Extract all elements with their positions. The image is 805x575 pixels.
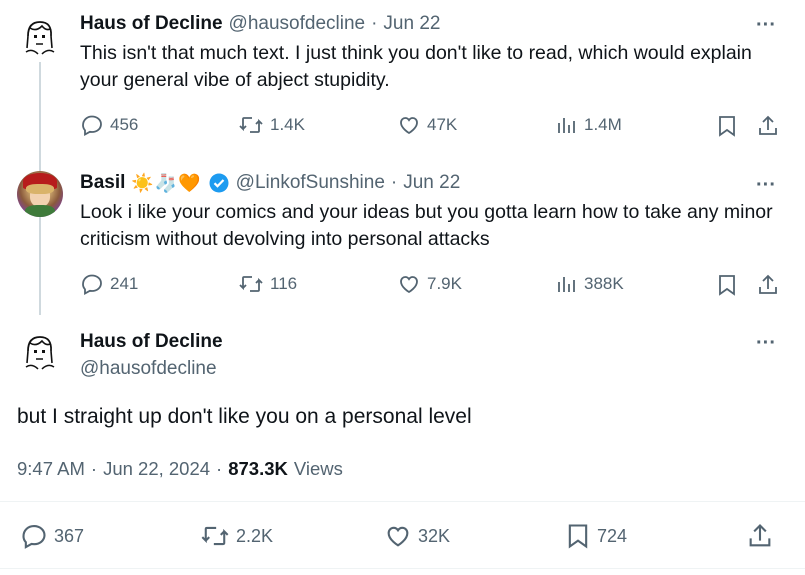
reply-icon bbox=[82, 274, 102, 296]
main-reply-button[interactable]: 367 bbox=[20, 522, 84, 550]
heart-icon bbox=[400, 117, 418, 135]
tweet2-retweet-button[interactable]: 116 bbox=[238, 272, 297, 296]
tweet1-like-button[interactable]: 47K bbox=[397, 113, 457, 137]
tweet2-name-emojis: ☀️🧦🧡 bbox=[131, 172, 202, 194]
main-bookmark-count: 724 bbox=[597, 525, 628, 546]
verified-badge-icon[interactable] bbox=[208, 172, 230, 194]
tweet2-author-name[interactable]: Basil bbox=[80, 172, 125, 194]
tweet1-like-count: 47K bbox=[427, 115, 458, 134]
tweet2-author-handle[interactable]: @LinkofSunshine bbox=[236, 172, 385, 194]
share-icon[interactable] bbox=[746, 522, 774, 550]
tweet2-header: Basil ☀️🧦🧡 @LinkofSunshine · Jun 22 bbox=[80, 172, 460, 194]
bookmark-icon[interactable] bbox=[716, 114, 738, 138]
reply-icon bbox=[82, 115, 102, 137]
analytics-icon bbox=[558, 118, 575, 133]
heart-icon bbox=[387, 526, 409, 547]
retweet-icon bbox=[201, 526, 229, 546]
main-retweet-count: 2.2K bbox=[236, 525, 274, 546]
tweet2-text: Look i like your comics and your ideas b… bbox=[80, 201, 773, 250]
main-author-handle[interactable]: @hausofdecline bbox=[80, 358, 217, 380]
tweet2-like-count: 7.9K bbox=[427, 274, 462, 293]
main-avatar-doodle[interactable] bbox=[18, 329, 62, 373]
tweet1-more-button[interactable]: ··· bbox=[756, 15, 776, 35]
main-retweet-button[interactable]: 2.2K bbox=[200, 522, 273, 550]
separator-dot: · bbox=[216, 458, 223, 479]
divider-bottom bbox=[0, 568, 805, 569]
tweet2-like-button[interactable]: 7.9K bbox=[397, 272, 462, 296]
main-bookmark-button[interactable]: 724 bbox=[565, 522, 627, 550]
main-author-name[interactable]: Haus of Decline bbox=[80, 331, 223, 353]
share-icon[interactable] bbox=[756, 273, 780, 297]
tweet1-reply-count: 456 bbox=[110, 115, 139, 134]
tweet2-avatar[interactable] bbox=[17, 171, 63, 217]
bookmark-icon[interactable] bbox=[716, 273, 738, 297]
main-views-count: 873.3K bbox=[228, 458, 288, 479]
retweet-icon bbox=[239, 276, 263, 292]
tweet2-reply-count: 241 bbox=[110, 274, 139, 293]
heart-icon bbox=[400, 276, 418, 294]
tweet1-header: Haus of Decline @hausofdecline · Jun 22 bbox=[80, 13, 440, 35]
tweet1-text: This isn't that much text. I just think … bbox=[80, 42, 752, 91]
tweet1-views-count: 1.4M bbox=[584, 115, 622, 134]
main-time[interactable]: 9:47 AM bbox=[17, 458, 85, 480]
main-views-label: Views bbox=[293, 458, 343, 479]
main-more-button[interactable]: ··· bbox=[756, 333, 776, 353]
tweet2-more-button[interactable]: ··· bbox=[756, 175, 776, 195]
avatar-hair bbox=[26, 184, 54, 194]
tweet1-reply-button[interactable]: 456 bbox=[80, 113, 138, 137]
tweet2-views-button[interactable]: 388K bbox=[556, 272, 624, 296]
main-like-count: 32K bbox=[418, 525, 451, 546]
main-tweet-text: but I straight up don't like you on a pe… bbox=[17, 405, 472, 428]
main-reply-count: 367 bbox=[54, 525, 85, 546]
avatar-tunic bbox=[25, 205, 55, 217]
bookmark-icon bbox=[568, 524, 588, 549]
share-icon[interactable] bbox=[756, 114, 780, 138]
tweet1-views-button[interactable]: 1.4M bbox=[556, 113, 622, 137]
tweet1-retweet-button[interactable]: 1.4K bbox=[238, 113, 305, 137]
separator-dot: · bbox=[371, 13, 378, 34]
avatar-doodle[interactable] bbox=[18, 14, 62, 58]
retweet-icon bbox=[239, 117, 263, 133]
tweet2-reply-button[interactable]: 241 bbox=[80, 272, 138, 296]
tweet1-author-name[interactable]: Haus of Decline bbox=[80, 13, 223, 35]
tweet2-retweet-count: 116 bbox=[270, 274, 298, 293]
tweet2-date[interactable]: Jun 22 bbox=[403, 172, 460, 194]
main-tweet-meta: 9:47 AM · Jun 22, 2024 · 873.3K Views bbox=[17, 458, 343, 480]
divider-top bbox=[0, 501, 805, 502]
main-date[interactable]: Jun 22, 2024 bbox=[103, 458, 210, 480]
separator-dot: · bbox=[390, 172, 398, 193]
tweet1-retweet-count: 1.4K bbox=[270, 115, 305, 134]
main-like-button[interactable]: 32K bbox=[384, 522, 450, 550]
tweet1-date[interactable]: Jun 22 bbox=[383, 13, 440, 35]
tweet2-views-count: 388K bbox=[584, 274, 624, 293]
reply-icon bbox=[22, 525, 46, 549]
analytics-icon bbox=[558, 277, 575, 292]
tweet1-author-handle[interactable]: @hausofdecline bbox=[229, 13, 366, 35]
separator-dot: · bbox=[90, 458, 98, 479]
